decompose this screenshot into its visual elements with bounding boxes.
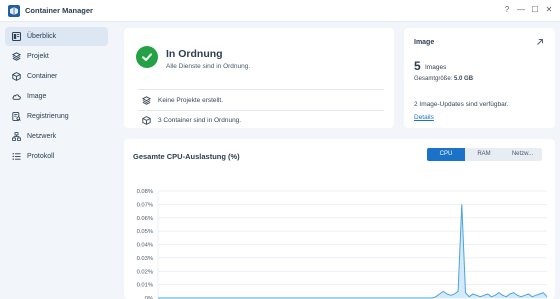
project-icon — [142, 96, 151, 105]
projects-status-text: Keine Projekte erstellt. — [158, 97, 224, 104]
ok-check-icon — [136, 46, 158, 68]
status-card: In Ordnung Alle Dienste sind in Ordnung.… — [124, 28, 394, 128]
status-subtitle: Alle Dienste sind in Ordnung. — [166, 63, 251, 70]
image-updates-text: 2 Image-Updates sind verfügbar. — [414, 101, 509, 108]
y-tick-label: 0.02% — [137, 269, 153, 275]
close-button[interactable]: ✕ — [543, 4, 555, 16]
projects-status-row: Keine Projekte erstellt. — [142, 96, 223, 105]
sidebar-item-label: Protokoll — [27, 153, 55, 160]
container-icon — [12, 72, 21, 81]
image-card: Image 5 Images Gesamtgröße: 5.0 GB 2 Ima… — [404, 28, 555, 128]
cpu-series-line — [158, 204, 548, 299]
expand-arrow-icon[interactable] — [535, 37, 545, 47]
containers-status-row: 3 Container sind in Ordnung. — [142, 116, 241, 125]
sidebar-item-label: Registrierung — [27, 113, 69, 120]
cpu-usage-card: Gesamte CPU-Auslastung (%) CPU RAM Netzw… — [124, 139, 555, 299]
container-icon — [142, 116, 151, 125]
sidebar-item-network[interactable]: Netzwerk — [5, 127, 108, 146]
sidebar: Überblick Projekt Container Image Regist… — [0, 22, 113, 299]
containers-status-text: 3 Container sind in Ordnung. — [158, 117, 242, 124]
log-icon — [12, 152, 21, 161]
cpu-area-chart: 0.08% 0.07% 0.06% 0.05% 0.04% 0.03% 0.02% 0.01%… — [137, 189, 548, 299]
y-tick-label: 0.03% — [137, 256, 153, 262]
divider — [138, 110, 384, 111]
sidebar-item-label: Netzwerk — [27, 133, 57, 140]
container-manager-logo-icon — [8, 5, 20, 17]
divider — [138, 89, 384, 90]
image-count: 5 — [414, 59, 421, 73]
help-button[interactable]: ? — [501, 4, 513, 16]
maximize-button[interactable]: ☐ — [529, 4, 541, 16]
y-tick-label: 0.04% — [137, 243, 153, 249]
title-bar: Container Manager ? — ☐ ✕ — [0, 0, 560, 22]
image-size-value: 5.0 GB — [454, 76, 474, 82]
sidebar-item-registry[interactable]: Registrierung — [5, 107, 108, 126]
image-size-label: Gesamtgröße: — [414, 76, 453, 82]
status-title: In Ordnung — [166, 48, 223, 60]
cpu-area-fill — [158, 204, 547, 298]
details-link[interactable]: Details — [414, 114, 434, 121]
sidebar-item-container[interactable]: Container — [5, 67, 108, 86]
app-title: Container Manager — [25, 6, 93, 15]
overview-icon — [12, 32, 21, 41]
image-total-size: Gesamtgröße: 5.0 GB — [414, 76, 473, 82]
network-icon — [12, 132, 21, 141]
sidebar-item-image[interactable]: Image — [5, 87, 108, 106]
main-area: Überblick Projekt Container Image Regist… — [0, 22, 560, 299]
registry-icon — [12, 112, 21, 121]
y-tick-label: 0.01% — [137, 283, 153, 289]
sidebar-item-label: Überblick — [27, 33, 57, 40]
image-card-title: Image — [414, 39, 435, 46]
sidebar-item-label: Projekt — [27, 53, 49, 60]
sidebar-item-log[interactable]: Protokoll — [5, 147, 108, 166]
project-icon — [12, 52, 21, 61]
y-tick-label: 0.06% — [137, 216, 153, 222]
minimize-button[interactable]: — — [515, 4, 527, 16]
image-count-label: Images — [425, 64, 447, 71]
y-tick-label: 0.08% — [137, 189, 153, 195]
y-tick-label: 0.07% — [137, 202, 153, 208]
sidebar-item-label: Image — [27, 93, 47, 100]
sidebar-item-project[interactable]: Projekt — [5, 47, 108, 66]
sidebar-item-label: Container — [27, 73, 58, 80]
sidebar-item-overview[interactable]: Überblick — [5, 27, 108, 46]
cloud-icon — [12, 92, 21, 101]
y-tick-label: 0.05% — [137, 229, 153, 235]
